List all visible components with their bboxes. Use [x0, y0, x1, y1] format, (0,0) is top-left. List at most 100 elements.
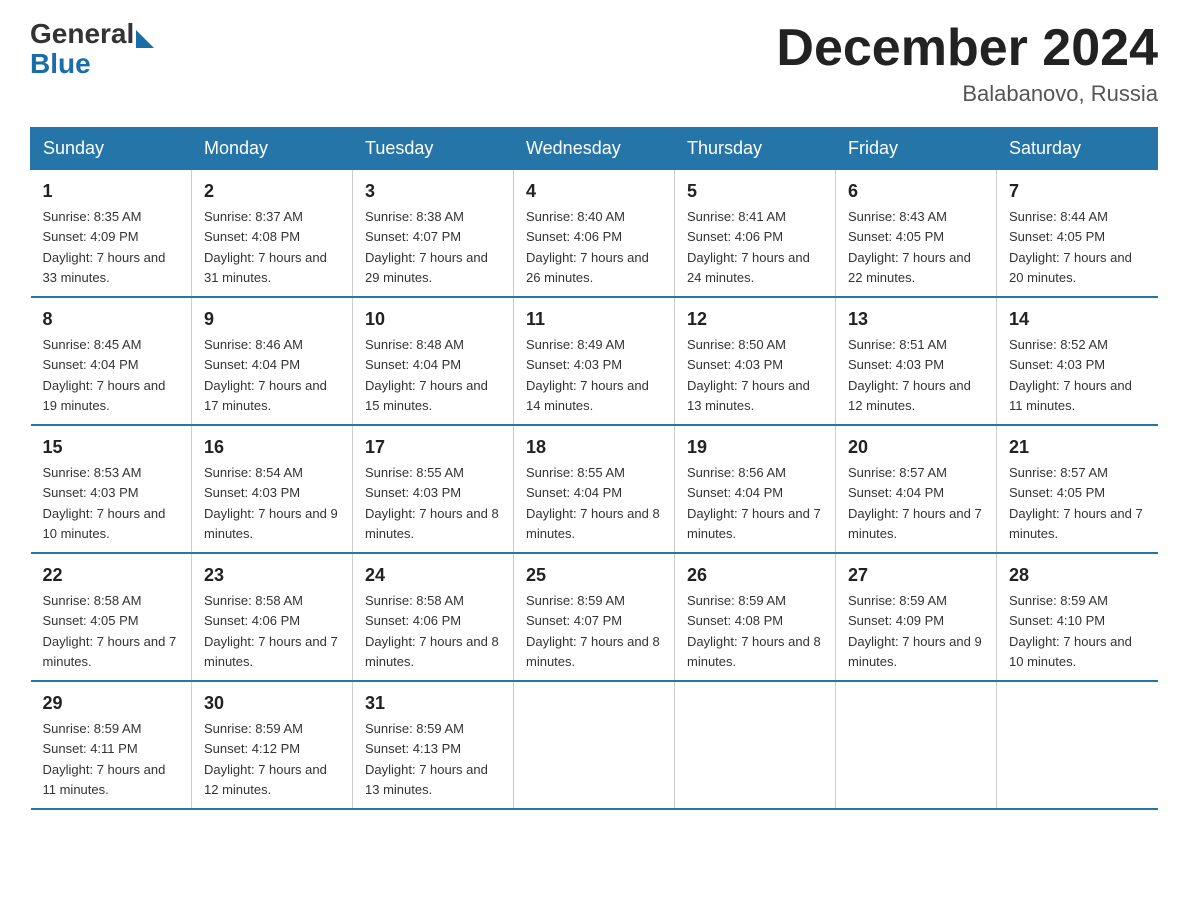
day-number: 7: [1009, 178, 1146, 205]
day-number: 13: [848, 306, 984, 333]
day-info: Sunrise: 8:48 AMSunset: 4:04 PMDaylight:…: [365, 337, 488, 413]
day-number: 8: [43, 306, 180, 333]
day-info: Sunrise: 8:45 AMSunset: 4:04 PMDaylight:…: [43, 337, 166, 413]
calendar-cell: 22 Sunrise: 8:58 AMSunset: 4:05 PMDaylig…: [31, 553, 192, 681]
day-number: 12: [687, 306, 823, 333]
day-info: Sunrise: 8:59 AMSunset: 4:10 PMDaylight:…: [1009, 593, 1132, 669]
day-info: Sunrise: 8:58 AMSunset: 4:05 PMDaylight:…: [43, 593, 177, 669]
day-info: Sunrise: 8:54 AMSunset: 4:03 PMDaylight:…: [204, 465, 338, 541]
day-number: 30: [204, 690, 340, 717]
calendar-cell: 4 Sunrise: 8:40 AMSunset: 4:06 PMDayligh…: [514, 170, 675, 298]
day-number: 22: [43, 562, 180, 589]
calendar-cell: 23 Sunrise: 8:58 AMSunset: 4:06 PMDaylig…: [192, 553, 353, 681]
calendar-table: Sunday Monday Tuesday Wednesday Thursday…: [30, 127, 1158, 810]
calendar-cell: 9 Sunrise: 8:46 AMSunset: 4:04 PMDayligh…: [192, 297, 353, 425]
day-number: 18: [526, 434, 662, 461]
calendar-cell: 14 Sunrise: 8:52 AMSunset: 4:03 PMDaylig…: [997, 297, 1158, 425]
header-sunday: Sunday: [31, 128, 192, 170]
calendar-cell: 3 Sunrise: 8:38 AMSunset: 4:07 PMDayligh…: [353, 170, 514, 298]
calendar-cell: 13 Sunrise: 8:51 AMSunset: 4:03 PMDaylig…: [836, 297, 997, 425]
day-number: 24: [365, 562, 501, 589]
day-info: Sunrise: 8:38 AMSunset: 4:07 PMDaylight:…: [365, 209, 488, 285]
day-info: Sunrise: 8:41 AMSunset: 4:06 PMDaylight:…: [687, 209, 810, 285]
calendar-cell: 20 Sunrise: 8:57 AMSunset: 4:04 PMDaylig…: [836, 425, 997, 553]
day-info: Sunrise: 8:59 AMSunset: 4:07 PMDaylight:…: [526, 593, 660, 669]
calendar-cell: 21 Sunrise: 8:57 AMSunset: 4:05 PMDaylig…: [997, 425, 1158, 553]
day-info: Sunrise: 8:50 AMSunset: 4:03 PMDaylight:…: [687, 337, 810, 413]
location-subtitle: Balabanovo, Russia: [776, 81, 1158, 107]
calendar-cell: [514, 681, 675, 809]
calendar-cell: 26 Sunrise: 8:59 AMSunset: 4:08 PMDaylig…: [675, 553, 836, 681]
day-number: 19: [687, 434, 823, 461]
calendar-cell: 7 Sunrise: 8:44 AMSunset: 4:05 PMDayligh…: [997, 170, 1158, 298]
day-info: Sunrise: 8:57 AMSunset: 4:04 PMDaylight:…: [848, 465, 982, 541]
day-info: Sunrise: 8:59 AMSunset: 4:12 PMDaylight:…: [204, 721, 327, 797]
day-info: Sunrise: 8:59 AMSunset: 4:11 PMDaylight:…: [43, 721, 166, 797]
day-number: 14: [1009, 306, 1146, 333]
day-number: 3: [365, 178, 501, 205]
day-info: Sunrise: 8:37 AMSunset: 4:08 PMDaylight:…: [204, 209, 327, 285]
header-thursday: Thursday: [675, 128, 836, 170]
calendar-cell: 16 Sunrise: 8:54 AMSunset: 4:03 PMDaylig…: [192, 425, 353, 553]
day-number: 11: [526, 306, 662, 333]
day-number: 4: [526, 178, 662, 205]
day-number: 17: [365, 434, 501, 461]
calendar-cell: 28 Sunrise: 8:59 AMSunset: 4:10 PMDaylig…: [997, 553, 1158, 681]
logo: General Blue: [30, 20, 154, 78]
day-info: Sunrise: 8:59 AMSunset: 4:13 PMDaylight:…: [365, 721, 488, 797]
calendar-cell: 18 Sunrise: 8:55 AMSunset: 4:04 PMDaylig…: [514, 425, 675, 553]
header-monday: Monday: [192, 128, 353, 170]
day-number: 2: [204, 178, 340, 205]
day-number: 9: [204, 306, 340, 333]
calendar-cell: 5 Sunrise: 8:41 AMSunset: 4:06 PMDayligh…: [675, 170, 836, 298]
day-number: 15: [43, 434, 180, 461]
day-number: 6: [848, 178, 984, 205]
day-info: Sunrise: 8:52 AMSunset: 4:03 PMDaylight:…: [1009, 337, 1132, 413]
day-info: Sunrise: 8:40 AMSunset: 4:06 PMDaylight:…: [526, 209, 649, 285]
day-info: Sunrise: 8:58 AMSunset: 4:06 PMDaylight:…: [204, 593, 338, 669]
calendar-cell: [997, 681, 1158, 809]
day-info: Sunrise: 8:51 AMSunset: 4:03 PMDaylight:…: [848, 337, 971, 413]
day-info: Sunrise: 8:49 AMSunset: 4:03 PMDaylight:…: [526, 337, 649, 413]
day-number: 20: [848, 434, 984, 461]
day-number: 1: [43, 178, 180, 205]
header-friday: Friday: [836, 128, 997, 170]
page-header: General Blue December 2024 Balabanovo, R…: [30, 20, 1158, 107]
day-number: 29: [43, 690, 180, 717]
calendar-cell: 24 Sunrise: 8:58 AMSunset: 4:06 PMDaylig…: [353, 553, 514, 681]
calendar-cell: 2 Sunrise: 8:37 AMSunset: 4:08 PMDayligh…: [192, 170, 353, 298]
calendar-cell: 25 Sunrise: 8:59 AMSunset: 4:07 PMDaylig…: [514, 553, 675, 681]
day-number: 25: [526, 562, 662, 589]
day-number: 23: [204, 562, 340, 589]
day-info: Sunrise: 8:55 AMSunset: 4:04 PMDaylight:…: [526, 465, 660, 541]
calendar-cell: 10 Sunrise: 8:48 AMSunset: 4:04 PMDaylig…: [353, 297, 514, 425]
day-info: Sunrise: 8:58 AMSunset: 4:06 PMDaylight:…: [365, 593, 499, 669]
header-saturday: Saturday: [997, 128, 1158, 170]
day-info: Sunrise: 8:59 AMSunset: 4:08 PMDaylight:…: [687, 593, 821, 669]
day-info: Sunrise: 8:57 AMSunset: 4:05 PMDaylight:…: [1009, 465, 1143, 541]
day-number: 26: [687, 562, 823, 589]
day-number: 31: [365, 690, 501, 717]
calendar-body: 1 Sunrise: 8:35 AMSunset: 4:09 PMDayligh…: [31, 170, 1158, 810]
calendar-cell: 31 Sunrise: 8:59 AMSunset: 4:13 PMDaylig…: [353, 681, 514, 809]
calendar-cell: 12 Sunrise: 8:50 AMSunset: 4:03 PMDaylig…: [675, 297, 836, 425]
calendar-cell: [675, 681, 836, 809]
day-info: Sunrise: 8:53 AMSunset: 4:03 PMDaylight:…: [43, 465, 166, 541]
calendar-cell: 11 Sunrise: 8:49 AMSunset: 4:03 PMDaylig…: [514, 297, 675, 425]
calendar-cell: 17 Sunrise: 8:55 AMSunset: 4:03 PMDaylig…: [353, 425, 514, 553]
day-number: 10: [365, 306, 501, 333]
day-info: Sunrise: 8:44 AMSunset: 4:05 PMDaylight:…: [1009, 209, 1132, 285]
header-wednesday: Wednesday: [514, 128, 675, 170]
day-info: Sunrise: 8:56 AMSunset: 4:04 PMDaylight:…: [687, 465, 821, 541]
calendar-cell: 27 Sunrise: 8:59 AMSunset: 4:09 PMDaylig…: [836, 553, 997, 681]
title-block: December 2024 Balabanovo, Russia: [776, 20, 1158, 107]
day-info: Sunrise: 8:55 AMSunset: 4:03 PMDaylight:…: [365, 465, 499, 541]
calendar-cell: 8 Sunrise: 8:45 AMSunset: 4:04 PMDayligh…: [31, 297, 192, 425]
header-tuesday: Tuesday: [353, 128, 514, 170]
calendar-cell: 30 Sunrise: 8:59 AMSunset: 4:12 PMDaylig…: [192, 681, 353, 809]
calendar-header: Sunday Monday Tuesday Wednesday Thursday…: [31, 128, 1158, 170]
main-title: December 2024: [776, 20, 1158, 77]
logo-blue-text: Blue: [30, 50, 154, 78]
day-info: Sunrise: 8:46 AMSunset: 4:04 PMDaylight:…: [204, 337, 327, 413]
logo-arrow-icon: [136, 30, 154, 48]
